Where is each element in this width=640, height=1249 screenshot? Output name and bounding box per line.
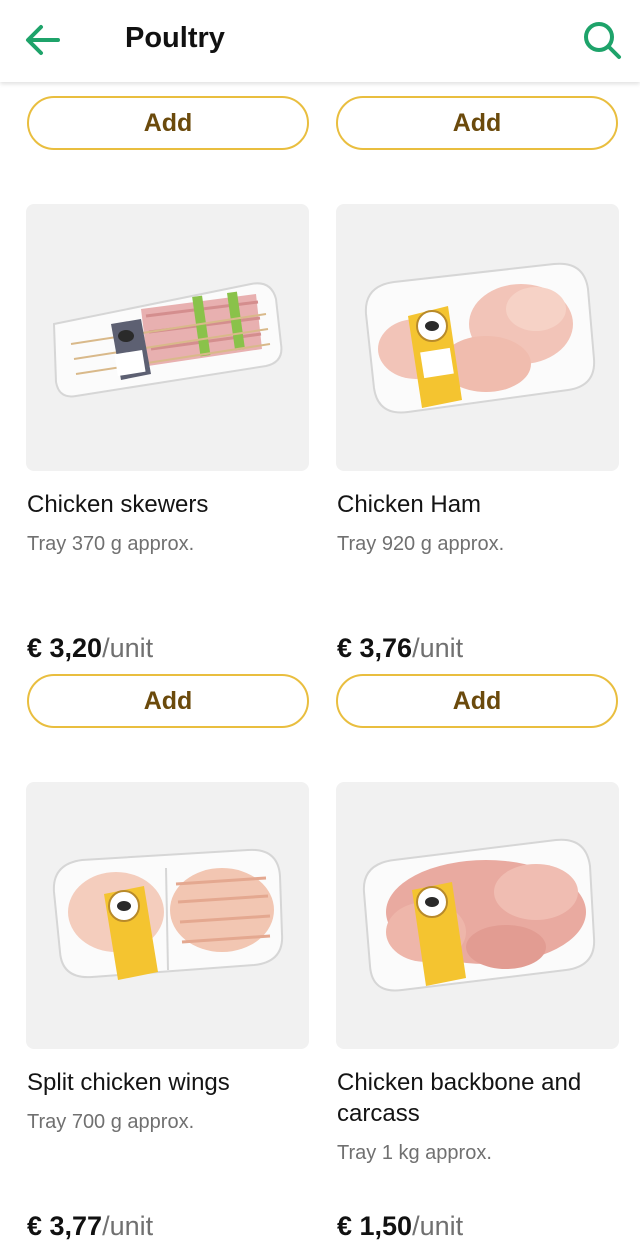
app-header: Poultry [0,0,640,82]
product-image[interactable] [336,204,619,471]
price-amount: € 3,20 [27,633,103,663]
poultry-page: Poultry Add Add Chicken skewers Tray 370… [0,0,640,1249]
product-description: Tray 700 g approx. [27,1111,195,1133]
arrow-left-icon [26,25,60,55]
add-button[interactable]: Add [336,674,618,728]
search-icon [584,22,621,59]
add-button[interactable]: Add [336,96,618,150]
product-image[interactable] [26,204,309,471]
product-price: € 3,76/unit [337,631,463,665]
add-button[interactable]: Add [27,96,309,150]
page-title: Poultry [125,22,225,54]
product-name[interactable]: Split chicken wings [27,1067,309,1098]
product-image[interactable] [336,782,619,1049]
product-name[interactable]: Chicken Ham [337,489,619,520]
price-unit: /unit [102,1211,154,1241]
price-amount: € 3,77 [27,1211,103,1241]
product-card[interactable]: Chicken Ham Tray 920 g approx. € 3,76/un… [336,204,619,663]
product-description: Tray 1 kg approx. [337,1142,492,1164]
add-button[interactable]: Add [27,674,309,728]
product-description: Tray 370 g approx. [27,533,195,555]
price-unit: /unit [412,633,464,663]
price-amount: € 3,76 [337,633,413,663]
product-image[interactable] [26,782,309,1049]
product-name[interactable]: Chicken skewers [27,489,309,520]
price-amount: € 1,50 [337,1211,413,1241]
search-button[interactable] [576,14,628,66]
product-description: Tray 920 g approx. [337,533,505,555]
product-price: € 3,77/unit [27,1209,153,1243]
price-unit: /unit [412,1211,464,1241]
product-card[interactable]: Split chicken wings Tray 700 g approx. €… [26,782,309,1241]
product-name[interactable]: Chicken backbone and carcass [337,1067,619,1129]
price-unit: /unit [102,633,154,663]
back-button[interactable] [18,16,66,64]
product-price: € 1,50/unit [337,1209,463,1243]
product-card[interactable]: Chicken backbone and carcass Tray 1 kg a… [336,782,619,1241]
product-card[interactable]: Chicken skewers Tray 370 g approx. € 3,2… [26,204,309,663]
product-price: € 3,20/unit [27,631,153,665]
